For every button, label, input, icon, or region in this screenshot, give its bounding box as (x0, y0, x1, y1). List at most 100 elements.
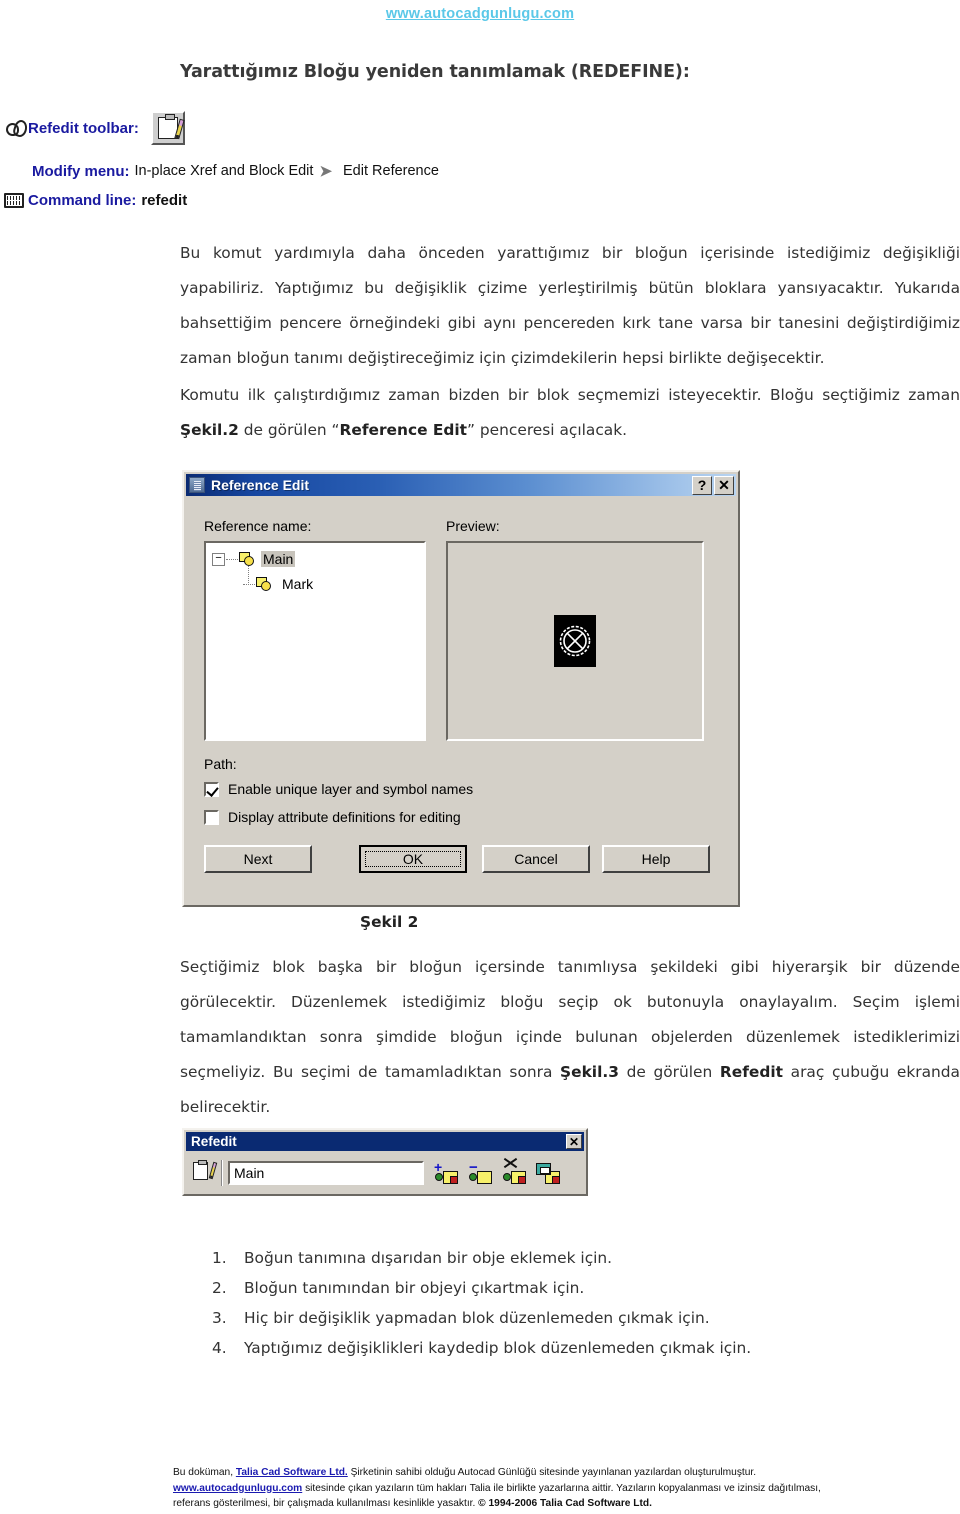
checkbox-row-enable-unique-names[interactable]: Enable unique layer and symbol names (204, 781, 473, 797)
figure-3-ref: Şekil.3 (560, 1063, 619, 1081)
block-name-field[interactable]: Main (228, 1161, 424, 1185)
footer-text-c: sitesinde çıkan yazıların tüm hakları Ta… (302, 1482, 821, 1494)
close-icon[interactable]: ✕ (714, 475, 734, 495)
reference-name-tree[interactable]: − Main Mark (204, 541, 426, 741)
checkbox-enable-unique-names[interactable] (204, 781, 219, 797)
remove-objects-from-working-set-icon[interactable]: − (468, 1160, 492, 1184)
refedit-window-title: Refedit (191, 1134, 237, 1149)
keyboard-icon (4, 192, 24, 208)
discard-changes-to-reference-icon[interactable] (502, 1157, 526, 1184)
command-line-value: refedit (141, 191, 188, 209)
paragraph-2-text-e: ” penceresi açılacak. (467, 421, 628, 439)
toolbar-separator (221, 1160, 223, 1186)
footer-text-a: Bu doküman, (173, 1467, 236, 1478)
tree-dash (243, 583, 255, 585)
footer-text-d: referans gösterilmesi, bir çalışmada kul… (173, 1498, 479, 1509)
modify-menu-value-1: In-place Xref and Block Edit (134, 163, 314, 179)
footer-text-b: Şirketinin sahibi olduğu Autocad Günlüğü… (347, 1467, 757, 1478)
list-item: 3. Hiç bir değişiklik yapmadan blok düzen… (212, 1303, 751, 1333)
list-item-text: Bloğun tanımından bir objeyi çıkartmak i… (244, 1279, 585, 1297)
dialog-title: Reference Edit (211, 477, 310, 493)
checkbox-display-attribute-definitions[interactable] (204, 809, 219, 825)
refedit-toolbar-label: Refedit toolbar: (28, 119, 139, 137)
chevron-right-icon: ➤ (319, 162, 333, 180)
site-url-link[interactable]: www.autocadgunlugu.com (173, 1483, 302, 1494)
page-title: Yarattığımız Bloğu yeniden tanımlamak (R… (180, 62, 690, 82)
refedit-ref: Refedit (719, 1063, 783, 1081)
dialog-button-row: Next OK Cancel Help (204, 845, 710, 875)
reference-edit-ref: Reference Edit (339, 421, 468, 439)
preview-label: Preview: (446, 518, 500, 534)
footer: Bu doküman, Talia Cad Software Ltd. Şirk… (173, 1465, 873, 1512)
dialog-body: Reference name: Preview: − Main Mark Pat… (184, 498, 738, 905)
expander-icon[interactable]: − (212, 552, 225, 566)
paragraph-2-text-c: de görülen “ (238, 421, 340, 439)
checkbox-row-display-attribute-definitions[interactable]: Display attribute definitions for editin… (204, 809, 461, 825)
site-url-header: www.autocadgunlugu.com (385, 6, 575, 22)
spray-can-icon (4, 118, 24, 138)
footer-line-3: referans gösterilmesi, bir çalışmada kul… (173, 1496, 873, 1512)
block-icon (239, 552, 255, 566)
list-item-text: Boğun tanımına dışarıdan bir obje ekleme… (244, 1249, 613, 1267)
tree-item-label: Main (261, 551, 296, 567)
refedit-toolbar-row: Refedit toolbar: (0, 100, 960, 156)
help-titlebar-button[interactable]: ? (692, 475, 712, 495)
command-reference-block: Refedit toolbar: Modify menu: In-place X… (0, 100, 960, 214)
refedit-toolbar-button[interactable] (150, 111, 185, 145)
command-line-label: Command line: (28, 191, 137, 209)
list-item-number: 1. (212, 1249, 227, 1267)
modify-menu-row: Modify menu: In-place Xref and Block Edi… (0, 156, 960, 186)
edit-reference-icon[interactable] (190, 1160, 218, 1186)
list-item: 4. Yaptığımız değişiklikleri kaydedip blo… (212, 1333, 751, 1363)
footer-line-2: www.autocadgunlugu.com sitesinde çıkan y… (173, 1481, 873, 1497)
paragraph-2-text-a: Komutu ilk çalıştırdığımız zaman bizden … (180, 386, 960, 404)
tree-dash (226, 558, 238, 560)
edit-reference-icon (157, 114, 185, 140)
list-item: 1. Boğun tanımına dışarıdan bir obje ekle… (212, 1243, 751, 1273)
figure-2-ref: Şekil.2 (180, 421, 239, 439)
footer-line-1: Bu doküman, Talia Cad Software Ltd. Şirk… (173, 1465, 873, 1481)
checkbox-label: Enable unique layer and symbol names (228, 781, 474, 797)
block-icon (256, 577, 272, 591)
paragraph-3: Seçtiğimiz blok başka bir bloğun içersin… (180, 950, 960, 1125)
window-icon (189, 477, 205, 493)
save-back-changes-to-reference-icon[interactable] (536, 1162, 560, 1184)
paragraph-2: Komutu ilk çalıştırdığımız zaman bizden … (180, 378, 960, 448)
block-preview-graphic (559, 625, 591, 657)
list-item-number: 3. (212, 1309, 227, 1327)
tree-item-label: Mark (282, 576, 314, 592)
path-label: Path: (204, 756, 237, 772)
list-item-text: Yaptığımız değişiklikleri kaydedip blok … (244, 1339, 752, 1357)
refedit-title-bar[interactable]: Refedit ✕ (186, 1132, 584, 1151)
refedit-tool-buttons: + − (434, 1157, 560, 1184)
add-objects-to-working-set-icon[interactable]: + (434, 1160, 458, 1184)
reference-name-label: Reference name: (204, 518, 312, 534)
tree-item-mark[interactable]: Mark (242, 576, 313, 592)
command-line-row: Command line: refedit (0, 186, 960, 214)
paragraph-3-text-c: de görülen (618, 1063, 720, 1081)
preview-thumbnail (554, 615, 596, 667)
paragraph-1: Bu komut yardımıyla daha önceden yarattı… (180, 244, 960, 367)
ok-button[interactable]: OK (359, 845, 467, 873)
refedit-toolbar-window[interactable]: Refedit ✕ Main + − (182, 1128, 588, 1196)
modify-menu-label: Modify menu: (32, 162, 130, 180)
list-item: 2. Bloğun tanımından bir objeyi çıkartmak… (212, 1273, 751, 1303)
next-button[interactable]: Next (204, 845, 312, 873)
tree-item-main[interactable]: − Main (212, 551, 296, 567)
preview-pane (446, 541, 704, 741)
dialog-title-bar[interactable]: Reference Edit ? ✕ (186, 474, 736, 496)
refedit-toolbar-body: Main + − (184, 1153, 586, 1193)
close-icon[interactable]: ✕ (566, 1134, 582, 1149)
talia-cad-link[interactable]: Talia Cad Software Ltd. (236, 1467, 348, 1478)
modify-menu-value-2: Edit Reference (343, 163, 439, 179)
cancel-button[interactable]: Cancel (482, 845, 590, 873)
figure-2-caption: Şekil 2 (360, 913, 419, 931)
checkbox-label: Display attribute definitions for editin… (228, 809, 461, 825)
list-item-number: 4. (212, 1339, 227, 1357)
reference-edit-dialog[interactable]: Reference Edit ? ✕ Reference name: Previ… (182, 470, 740, 907)
list-item-text: Hiç bir değişiklik yapmadan blok düzenle… (244, 1309, 710, 1327)
numbered-list: 1. Boğun tanımına dışarıdan bir obje ekle… (212, 1243, 751, 1363)
help-button[interactable]: Help (602, 845, 710, 873)
list-item-number: 2. (212, 1279, 227, 1297)
ok-button-inner: OK (365, 851, 461, 867)
